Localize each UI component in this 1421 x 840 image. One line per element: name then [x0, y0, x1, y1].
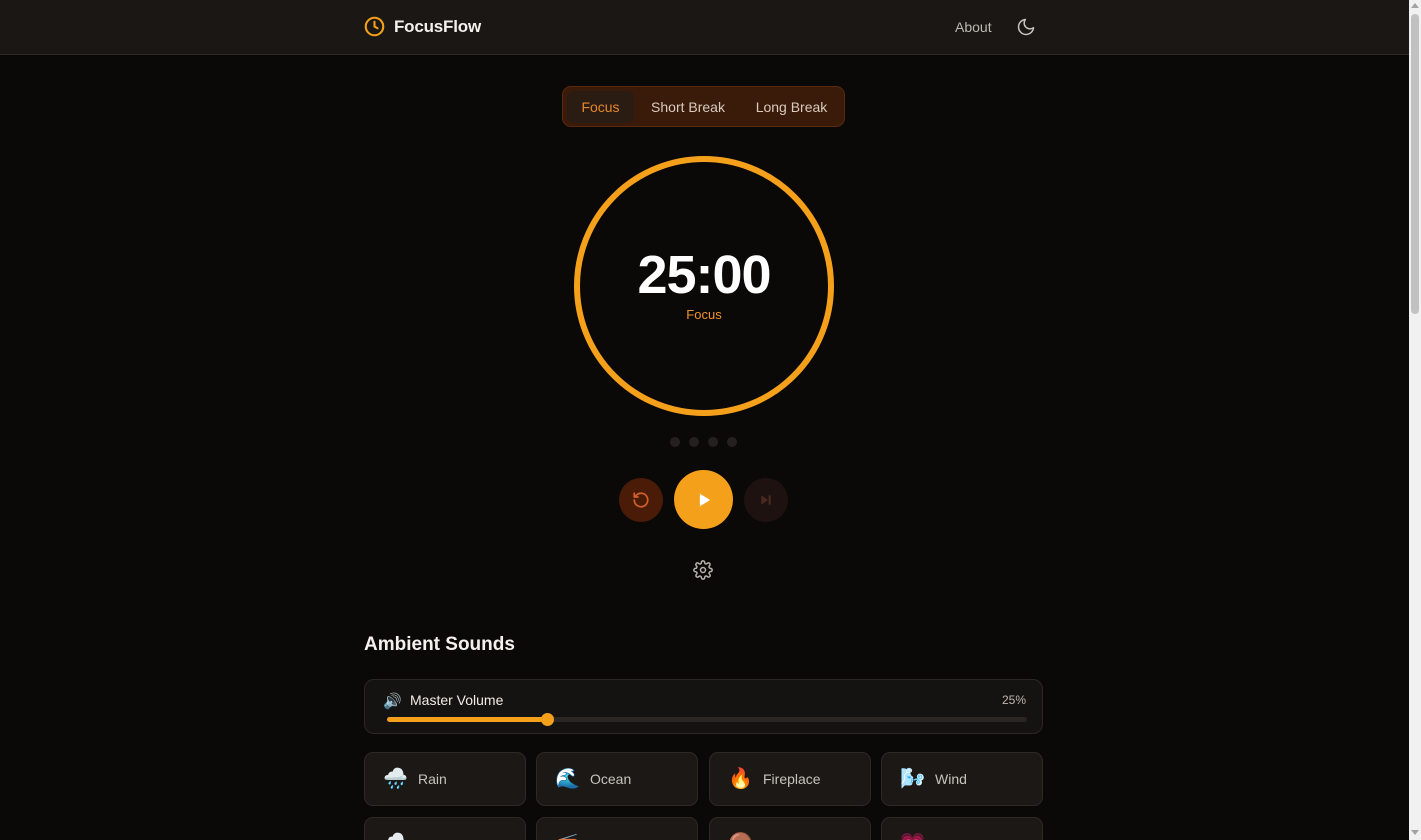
speaker-icon: 🔊 [383, 693, 402, 710]
page-scrollbar[interactable] [1409, 0, 1421, 840]
skip-forward-icon [761, 495, 771, 505]
sound-card-brown-noise[interactable]: 🟤 [709, 817, 871, 840]
sound-card-thunder[interactable]: ⛈️ [364, 817, 526, 840]
pink-heart-icon: 💗 [900, 832, 925, 840]
sound-label: Wind [935, 771, 967, 787]
tab-focus[interactable]: Focus [567, 91, 634, 123]
volume-thumb[interactable] [541, 713, 554, 726]
storm-cloud-icon: ⛈️ [383, 832, 408, 840]
wave-icon: 🌊 [555, 768, 580, 790]
fire-icon: 🔥 [728, 768, 753, 790]
master-volume-value: 25% [1001, 693, 1026, 707]
sound-card-rain[interactable]: 🌧️ Rain [364, 752, 526, 806]
brand[interactable]: FocusFlow [364, 16, 481, 37]
clock-logo-icon [364, 16, 385, 37]
rain-cloud-icon: 🌧️ [383, 768, 408, 790]
sound-label: Rain [418, 771, 447, 787]
wind-icon: 🌬️ [900, 768, 925, 790]
page: FocusFlow About Focus Short Break Long B… [0, 0, 1421, 840]
app-name: FocusFlow [394, 16, 481, 36]
tab-short-break[interactable]: Short Break [643, 91, 733, 123]
ambient-sounds-heading: Ambient Sounds [364, 634, 515, 655]
master-volume-slider[interactable] [387, 713, 1027, 726]
scroll-thumb[interactable] [1411, 14, 1419, 314]
timer-mode-label: Focus [686, 307, 722, 322]
about-link[interactable]: About [955, 19, 992, 35]
session-indicator [670, 437, 737, 447]
play-button[interactable] [674, 470, 733, 529]
timer-display: 25:00 [637, 245, 771, 305]
sound-label: Ocean [590, 771, 632, 787]
master-volume-card: 🔊 Master Volume 25% [364, 679, 1043, 734]
scroll-down-arrow-icon[interactable] [1411, 830, 1419, 835]
reset-button[interactable] [619, 478, 663, 522]
scroll-up-arrow-icon[interactable] [1411, 3, 1419, 8]
sound-card-fireplace[interactable]: 🔥 Fireplace [709, 752, 871, 806]
mode-tabs: Focus Short Break Long Break [562, 86, 845, 127]
radio-icon: 📻 [555, 832, 580, 840]
gear-icon[interactable] [693, 560, 713, 580]
moon-icon[interactable] [1016, 17, 1036, 37]
session-dot [670, 437, 680, 447]
sound-card-pink-noise[interactable]: 💗 [881, 817, 1043, 840]
play-icon [699, 493, 710, 506]
master-volume-label: Master Volume [410, 692, 504, 708]
session-dot [689, 437, 699, 447]
sound-card-wind[interactable]: 🌬️ Wind [881, 752, 1043, 806]
sound-card-ocean[interactable]: 🌊 Ocean [536, 752, 698, 806]
sound-label: Fireplace [763, 771, 821, 787]
session-dot [708, 437, 718, 447]
volume-fill [387, 717, 547, 722]
sound-card-white-noise[interactable]: 📻 [536, 817, 698, 840]
top-bar: FocusFlow About [0, 0, 1409, 55]
brown-circle-icon: 🟤 [728, 832, 753, 840]
tab-long-break[interactable]: Long Break [745, 91, 838, 123]
session-dot [727, 437, 737, 447]
skip-button[interactable] [744, 478, 788, 522]
rotate-ccw-icon [633, 492, 649, 508]
